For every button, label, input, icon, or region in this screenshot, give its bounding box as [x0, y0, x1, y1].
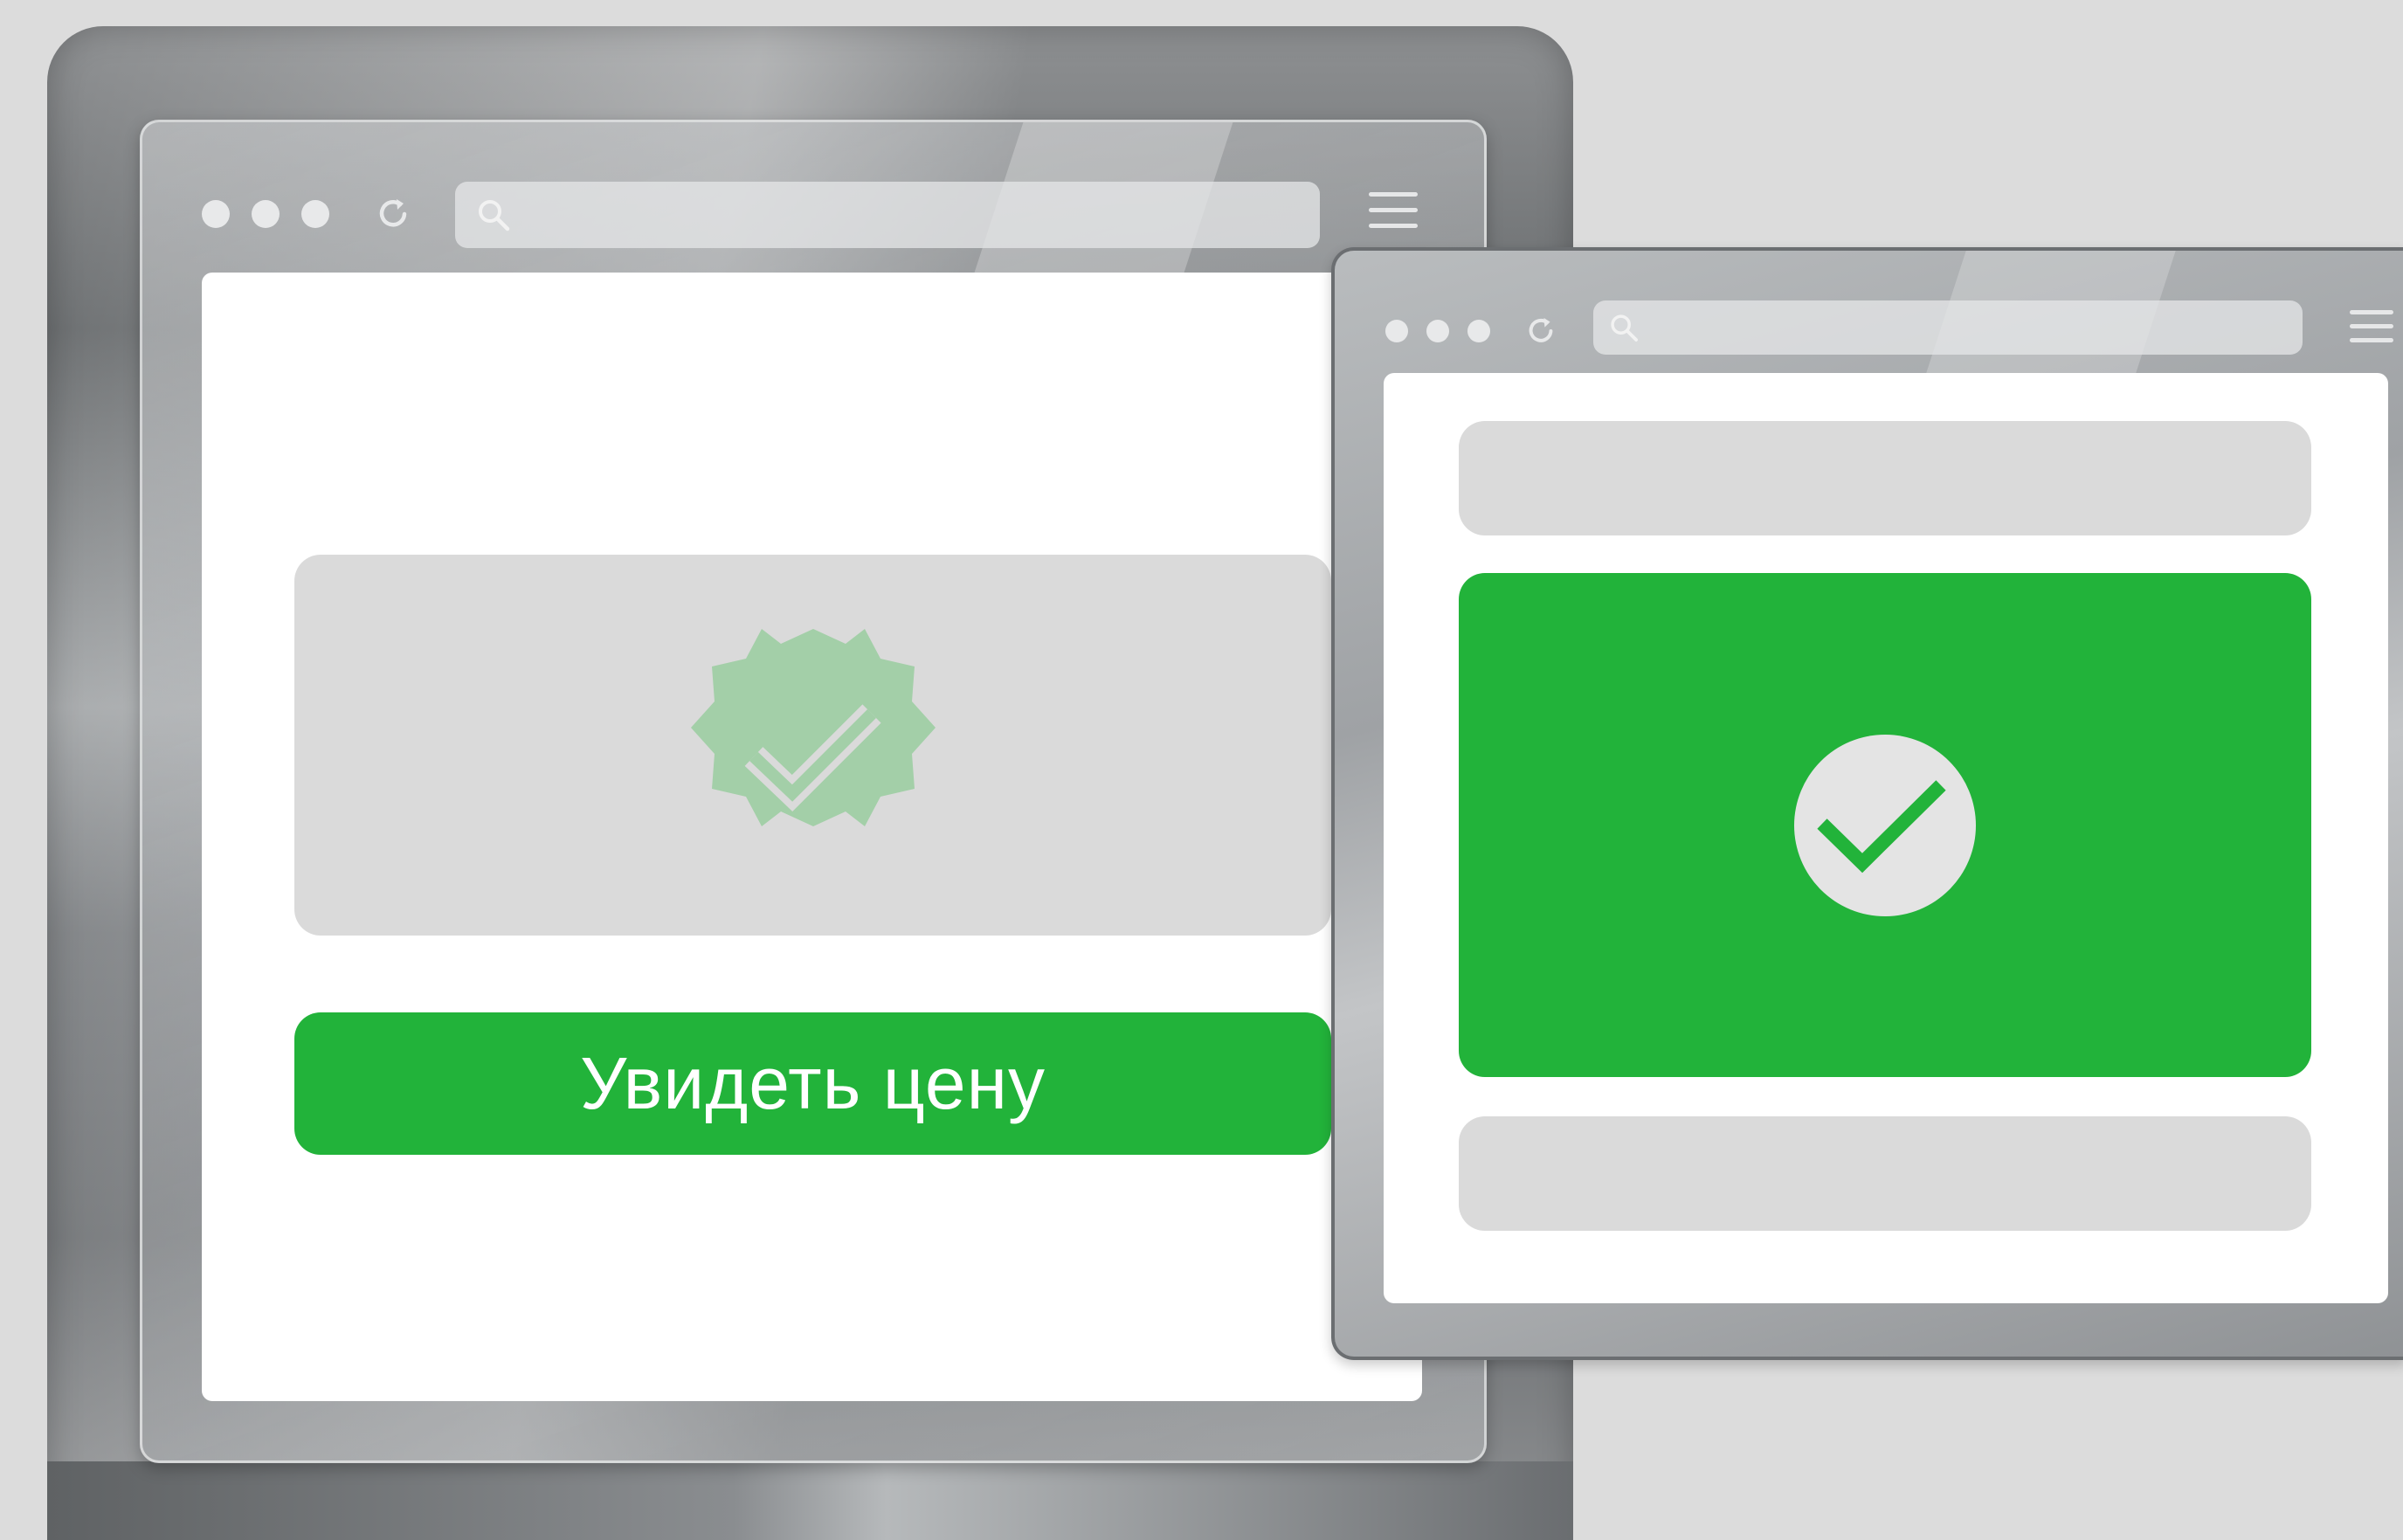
search-icon: [479, 200, 510, 231]
content-placeholder-top: [1459, 421, 2311, 535]
product-image-placeholder: [294, 555, 1331, 936]
page-content: Увидеть цену: [202, 273, 1422, 1401]
address-bar[interactable]: [455, 182, 1320, 248]
address-bar[interactable]: [1593, 300, 2303, 355]
success-panel: [1459, 573, 2311, 1077]
hamburger-menu-icon[interactable]: [2350, 310, 2393, 342]
browser-window-secondary: [1331, 247, 2403, 1360]
window-dot-1[interactable]: [1385, 320, 1408, 342]
hamburger-menu-icon[interactable]: [1369, 192, 1418, 228]
page-content: [1384, 373, 2388, 1303]
browser-window-main: Увидеть цену: [140, 120, 1487, 1463]
browser-toolbar: [142, 122, 1484, 275]
window-dot-2[interactable]: [252, 200, 280, 228]
browser-toolbar-secondary: [1335, 251, 2403, 373]
window-dot-3[interactable]: [301, 200, 329, 228]
verified-badge-icon: [691, 629, 936, 826]
window-dot-1[interactable]: [202, 200, 230, 228]
reload-icon[interactable]: [1522, 312, 1560, 350]
window-dot-3[interactable]: [1467, 320, 1490, 342]
see-price-button[interactable]: Увидеть цену: [294, 1012, 1331, 1155]
content-placeholder-bottom: [1459, 1116, 2311, 1231]
window-dot-2[interactable]: [1426, 320, 1449, 342]
check-circle-icon: [1794, 734, 1976, 916]
reload-icon[interactable]: [371, 192, 415, 236]
search-icon: [1611, 314, 1638, 342]
